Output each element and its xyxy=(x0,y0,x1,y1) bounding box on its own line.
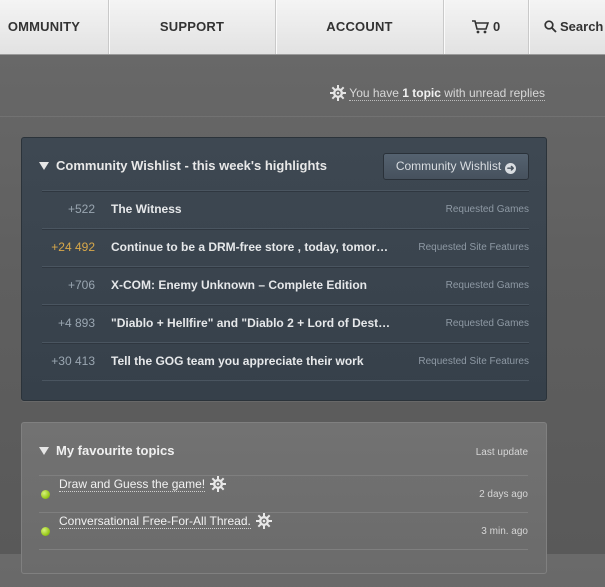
nav-account[interactable]: ACCOUNT xyxy=(276,0,443,54)
topic-last-update: 2 days ago xyxy=(479,489,528,500)
topic-last-update: 3 min. ago xyxy=(481,526,528,537)
favourite-topics-panel: My favourite topics Last update Draw and… xyxy=(21,422,547,574)
online-status-icon xyxy=(41,527,50,536)
favourite-topic-row xyxy=(39,549,528,587)
collapse-triangle-icon[interactable] xyxy=(39,446,49,455)
wishlist-score: +30 413 xyxy=(51,354,95,368)
topic-link[interactable]: Draw and Guess the game! xyxy=(59,476,227,492)
wishlist-score: +24 492 xyxy=(51,240,95,254)
favourites-title: My favourite topics xyxy=(56,443,175,458)
favourite-topic-row[interactable]: Conversational Free-For-All Thread. 3 mi… xyxy=(39,512,528,550)
collapse-triangle-icon[interactable] xyxy=(39,161,49,170)
wishlist-title: Community Wishlist - this week's highlig… xyxy=(56,158,327,173)
notice-count: 1 topic xyxy=(402,85,441,100)
unread-notice[interactable]: You have 1 topic with unread replies xyxy=(330,85,545,101)
wishlist-category[interactable]: Requested Games xyxy=(446,267,529,304)
unread-topics-link[interactable]: You have 1 topic with unread replies xyxy=(349,86,545,101)
top-navigation: OMMUNITY SUPPORT ACCOUNT 0 Search xyxy=(0,0,605,55)
wishlist-row[interactable]: +4 893 "Diablo + Hellfire" and "Diablo 2… xyxy=(42,304,529,342)
gear-icon xyxy=(330,85,347,101)
wishlist-row[interactable]: +522 The Witness Requested Games xyxy=(42,190,529,228)
cart-icon xyxy=(472,20,489,34)
wishlist-item-title[interactable]: "Diablo + Hellfire" and "Diablo 2 + Lord… xyxy=(111,305,390,342)
wishlist-item-title[interactable]: The Witness xyxy=(111,191,182,228)
wishlist-header[interactable]: Community Wishlist - this week's highlig… xyxy=(39,158,327,173)
wishlist-row[interactable]: +30 413 Tell the GOG team you appreciate… xyxy=(42,342,529,381)
wishlist-category[interactable]: Requested Games xyxy=(446,191,529,228)
nav-divider xyxy=(443,0,444,54)
cart-count: 0 xyxy=(493,19,501,34)
wishlist-row[interactable]: +24 492 Continue to be a DRM-free store … xyxy=(42,228,529,266)
wishlist-item-title[interactable]: X-COM: Enemy Unknown – Complete Edition xyxy=(111,267,367,304)
nav-community[interactable]: OMMUNITY xyxy=(0,0,108,54)
favourite-topic-row[interactable]: Draw and Guess the game! 2 days ago xyxy=(39,475,528,513)
online-status-icon xyxy=(41,490,50,499)
wishlist-category[interactable]: Requested Site Features xyxy=(418,343,529,380)
gear-icon xyxy=(210,476,227,492)
wishlist-score: +4 893 xyxy=(57,316,95,330)
topic-link[interactable]: Conversational Free-For-All Thread. xyxy=(59,513,272,529)
wishlist-button-label: Community Wishlist xyxy=(395,159,502,173)
wishlist-score: +706 xyxy=(67,278,95,292)
topic-title: Draw and Guess the game! xyxy=(59,476,206,492)
wishlist-category[interactable]: Requested Games xyxy=(446,305,529,342)
community-wishlist-panel: Community Wishlist - this week's highlig… xyxy=(21,137,547,401)
favourites-header[interactable]: My favourite topics xyxy=(39,443,174,458)
community-wishlist-button[interactable]: Community Wishlist ➜ xyxy=(383,153,529,180)
last-update-label: Last update xyxy=(475,447,528,458)
arrow-right-circle-icon: ➜ xyxy=(505,163,517,174)
cart-button[interactable]: 0 xyxy=(445,0,528,54)
wishlist-item-title[interactable]: Tell the GOG team you appreciate their w… xyxy=(111,343,364,380)
wishlist-category[interactable]: Requested Site Features xyxy=(418,229,529,266)
wishlist-item-title[interactable]: Continue to be a DRM-free store , today,… xyxy=(111,229,388,266)
section-divider xyxy=(0,116,605,117)
topic-title: Conversational Free-For-All Thread. xyxy=(59,513,251,529)
search-icon xyxy=(544,20,557,33)
nav-divider xyxy=(528,0,529,54)
nav-support[interactable]: SUPPORT xyxy=(109,0,275,54)
notice-prefix: You have xyxy=(349,85,399,100)
notice-suffix: with unread replies xyxy=(444,85,545,100)
wishlist-row[interactable]: +706 X-COM: Enemy Unknown – Complete Edi… xyxy=(42,266,529,304)
search-label: Search xyxy=(560,19,604,34)
wishlist-score: +522 xyxy=(67,202,95,216)
gear-icon xyxy=(255,513,272,529)
